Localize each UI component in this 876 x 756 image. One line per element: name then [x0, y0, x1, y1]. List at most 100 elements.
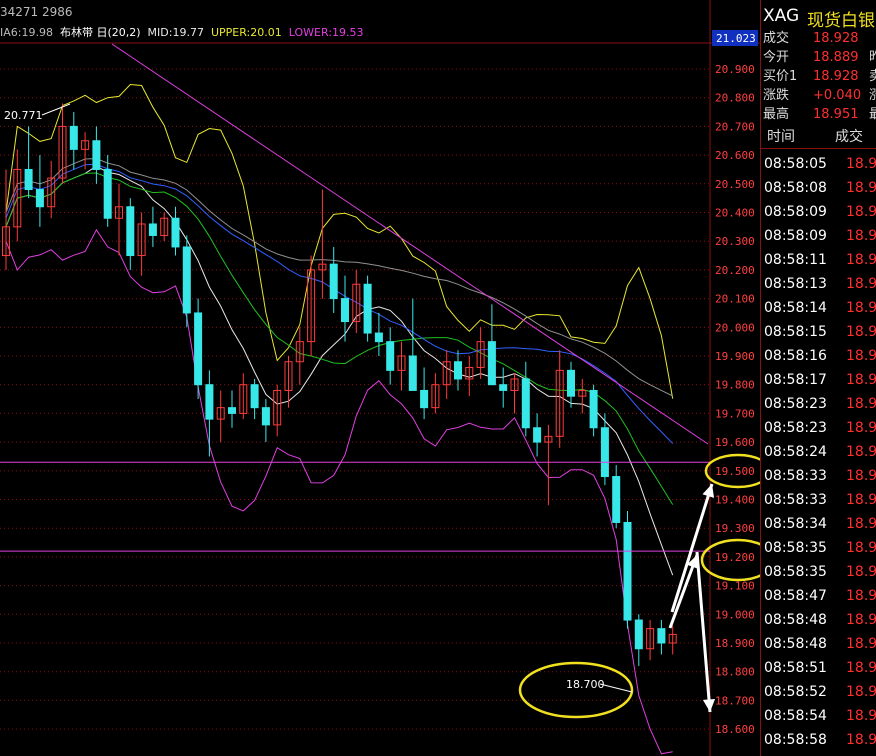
- tick-price: 18.92: [846, 300, 876, 316]
- mid-value: MID:19.77: [147, 26, 204, 39]
- tick-price: 18.92: [846, 660, 876, 676]
- annotations: 20.771 18.700: [0, 43, 802, 741]
- tick-row: 08:58:48 18.91: [764, 608, 876, 632]
- tick-row: 08:58:23 18.92: [764, 416, 876, 440]
- tick-time: 08:58:52: [764, 684, 827, 700]
- tick-time: 08:58:09: [764, 228, 827, 244]
- arrow-shaft: [670, 483, 714, 613]
- tick-row: 08:58:33 18.92: [764, 488, 876, 512]
- tick-time: 08:58:48: [764, 612, 827, 628]
- candle: [510, 373, 519, 414]
- quote-row: 涨跌 +0.040 涨: [761, 86, 876, 105]
- tick-time: 08:58:14: [764, 300, 827, 316]
- candle: [567, 361, 575, 408]
- low-label-leader: [599, 683, 633, 693]
- quote-value: 18.928: [813, 31, 859, 46]
- quote-row: 最高 18.951 最: [761, 105, 876, 124]
- bollinger-lower-line: [5, 228, 673, 755]
- candle: [92, 126, 101, 184]
- candle: [194, 298, 203, 400]
- arrow-down-to-18-6: [695, 551, 716, 713]
- price-tick-label: 20.600: [715, 149, 755, 162]
- candle: [657, 620, 666, 655]
- candle-body: [487, 341, 496, 386]
- trading-terminal: 20.771 18.700 20.900 20.800 20.700 20.600 20.…: [0, 0, 876, 756]
- price-tick-label: 19.400: [715, 494, 755, 507]
- tick-row: 08:58:05 18.92: [764, 152, 876, 176]
- candle: [126, 198, 135, 270]
- tick-row: 08:58:15 18.92: [764, 320, 876, 344]
- tick-price: 18.91: [846, 636, 876, 652]
- tick-price: 18.92: [846, 564, 876, 580]
- candle-body: [634, 619, 643, 650]
- candle-body: [205, 384, 214, 420]
- upper-value: UPPER:20.01: [210, 26, 282, 39]
- tick-row: 08:58:11 18.92: [764, 248, 876, 272]
- tick-time: 08:58:09: [764, 204, 827, 220]
- high-price-label: 20.771: [4, 109, 43, 122]
- price-tick-label: 19.700: [715, 407, 755, 420]
- candle-body: [341, 298, 349, 323]
- price-tick-label: 20.100: [715, 293, 755, 306]
- indicator-name[interactable]: 布林带 日(20,2): [60, 26, 141, 39]
- candle: [668, 625, 677, 655]
- candle: [216, 390, 225, 443]
- tick-row: 08:58:54 18.92: [764, 704, 876, 728]
- arrow-up-to-19-2: [668, 554, 699, 629]
- quote-row: 今开 18.889 昨: [761, 48, 876, 67]
- candle-body: [103, 168, 112, 219]
- candle: [284, 356, 293, 408]
- tick-time: 08:58:15: [764, 324, 827, 340]
- quote-value: 18.951: [813, 107, 859, 122]
- candle-body: [589, 389, 598, 429]
- candle: [533, 413, 542, 457]
- candle: [544, 424, 553, 506]
- price-tick-label: 19.600: [715, 436, 755, 449]
- candle: [578, 378, 587, 414]
- tick-row: 08:58:08 18.92: [764, 176, 876, 200]
- price-tick-label: 18.700: [715, 694, 755, 707]
- candle: [634, 614, 643, 666]
- candle: [171, 206, 180, 256]
- tick-price: 18.92: [846, 348, 876, 364]
- tick-row: 08:58:16 18.92: [764, 344, 876, 368]
- price-tick-label: 20.400: [715, 207, 755, 220]
- candle: [521, 361, 530, 437]
- tick-time: 08:58:54: [764, 708, 827, 724]
- candle-body: [657, 628, 666, 644]
- candlestick-chart[interactable]: 20.77118.700 20.90020.80020.70020.60020.…: [0, 0, 876, 756]
- tick-row: 08:58:23 18.92: [764, 392, 876, 416]
- col-time: 时间: [767, 129, 795, 145]
- tick-time: 08:58:13: [764, 276, 827, 292]
- candle-body: [182, 246, 191, 314]
- ma-value: IA6:19.98: [0, 26, 53, 39]
- tick-price: 18.92: [846, 468, 876, 484]
- candle: [69, 112, 78, 170]
- price-tick-label: 20.900: [715, 63, 755, 76]
- quote-label: 最高: [763, 107, 790, 122]
- candle: [205, 370, 214, 457]
- tick-time: 08:58:33: [764, 492, 827, 508]
- candle-body: [329, 263, 338, 300]
- tick-time: 08:58:34: [764, 516, 827, 532]
- candle: [623, 510, 632, 629]
- tick-row: 08:58:17 18.92: [764, 368, 876, 392]
- candle-body: [374, 332, 383, 343]
- price-tick-label: 19.900: [715, 350, 755, 363]
- candle: [499, 367, 508, 408]
- tick-row: 08:58:33 18.92: [764, 464, 876, 488]
- price-tick-label: 19.800: [715, 379, 755, 392]
- candle-body: [612, 476, 621, 523]
- tick-price: 18.92: [846, 276, 876, 292]
- candle-body: [499, 384, 508, 391]
- candle: [487, 304, 496, 386]
- quote-label: 今开: [763, 50, 790, 65]
- candle: [442, 350, 451, 400]
- tick-row: 08:58:58 18.92: [764, 728, 876, 752]
- tick-row: 08:58:09 18.92: [764, 200, 876, 224]
- candle-body: [386, 341, 395, 371]
- price-tick-label: 20.800: [715, 92, 755, 105]
- tick-row: 08:58:52 18.92: [764, 680, 876, 704]
- candle-body: [420, 389, 429, 409]
- tick-price: 18.92: [846, 732, 876, 748]
